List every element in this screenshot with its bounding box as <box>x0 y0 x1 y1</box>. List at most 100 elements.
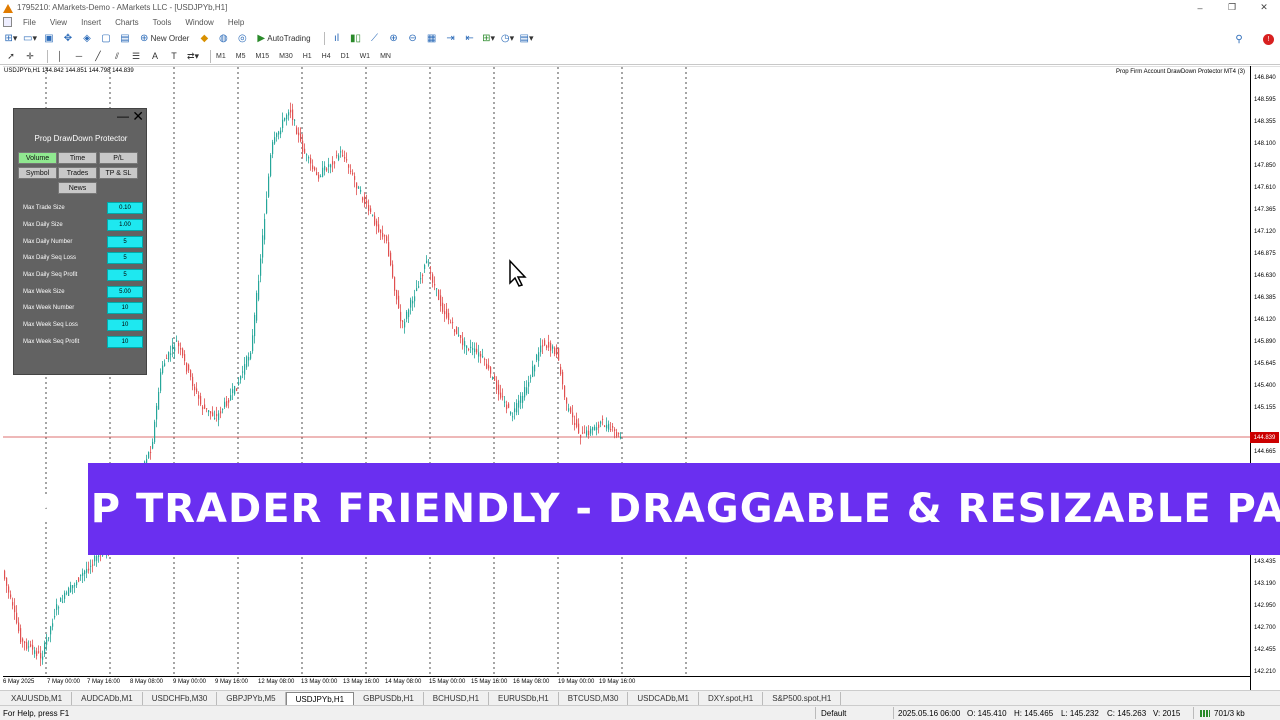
horizontal-line-icon[interactable]: ─ <box>72 49 86 63</box>
setting-value-field[interactable]: 0.10 <box>107 202 143 214</box>
price-chart[interactable] <box>3 66 1280 690</box>
navigator-icon[interactable]: ◈ <box>80 32 94 46</box>
metaeditor-icon[interactable]: ◆ <box>197 32 211 46</box>
candlestick-chart[interactable] <box>3 67 1250 677</box>
news-tab-button[interactable]: News <box>58 182 97 194</box>
arrows-tool-icon[interactable]: ⇄▾ <box>186 49 200 63</box>
terminal-icon[interactable]: ▢ <box>99 32 113 46</box>
setting-value-field[interactable]: 5 <box>107 252 143 264</box>
chart-tab[interactable]: EURUSDb,H1 <box>489 692 559 705</box>
data-window-icon[interactable]: ✥ <box>61 32 75 46</box>
profiles-icon[interactable]: ▭ ▾ <box>23 32 37 46</box>
minimize-panel-button[interactable]: — <box>117 109 129 123</box>
chart-tab[interactable]: BTCUSD,M30 <box>559 692 629 705</box>
candle-body <box>444 311 446 315</box>
chart-tab[interactable]: XAUUSDb,M1 <box>2 692 73 705</box>
menu-insert[interactable]: Insert <box>74 18 108 27</box>
restore-button[interactable]: ❐ <box>1216 0 1248 15</box>
chart-tab[interactable]: GBPUSDb,H1 <box>354 692 424 705</box>
autoscroll-icon[interactable]: ⇥ <box>444 32 458 46</box>
chart-tab[interactable]: AUDCADb,M1 <box>72 692 143 705</box>
setting-value-field[interactable]: 10 <box>107 319 143 331</box>
timeframe-d1[interactable]: D1 <box>341 53 350 60</box>
line-chart-icon[interactable]: ⟋ <box>368 32 382 46</box>
bar-chart-icon[interactable]: ıl <box>330 32 344 46</box>
chart-tab[interactable]: USDCADb,M1 <box>628 692 699 705</box>
label-tool-icon[interactable]: T <box>167 49 181 63</box>
pl-tab-button[interactable]: P/L <box>99 152 138 164</box>
search-icon[interactable]: ⚲ <box>1232 32 1246 46</box>
candle-body <box>382 232 384 237</box>
signals-icon[interactable]: ◍ <box>216 32 230 46</box>
chart-shift-icon[interactable]: ⇤ <box>463 32 477 46</box>
setting-value-field[interactable]: 10 <box>107 336 143 348</box>
chart-tab[interactable]: DXY.spot,H1 <box>699 692 764 705</box>
setting-value-field[interactable]: 1.00 <box>107 219 143 231</box>
timeframe-h4[interactable]: H4 <box>322 53 331 60</box>
candle-body <box>516 403 518 413</box>
time-tab-button[interactable]: Time <box>58 152 97 164</box>
candle-body <box>186 363 188 372</box>
price-axis[interactable]: 146.840 148.595 148.355 148.100 147.850 147.6… <box>1250 66 1280 690</box>
volume-tab-button[interactable]: Volume <box>18 152 57 164</box>
menu-view[interactable]: View <box>43 18 74 27</box>
vertical-line-icon[interactable]: │ <box>53 49 67 63</box>
close-panel-button[interactable]: ✕ <box>132 109 144 123</box>
fibonacci-icon[interactable]: ☰ <box>129 49 143 63</box>
timeframe-m15[interactable]: M15 <box>255 53 269 60</box>
crosshair-tool-icon[interactable]: ✛ <box>23 49 37 63</box>
chart-tab[interactable]: USDCHFb,M30 <box>143 692 218 705</box>
setting-value-field[interactable]: 10 <box>107 302 143 314</box>
setting-value-field[interactable]: 5 <box>107 236 143 248</box>
channel-icon[interactable]: ⫽ <box>110 49 124 63</box>
timeframe-w1[interactable]: W1 <box>360 53 371 60</box>
minimize-button[interactable]: – <box>1184 0 1216 15</box>
setting-value-field[interactable]: 5 <box>107 269 143 281</box>
templates-icon[interactable]: ▤ ▾ <box>520 32 534 46</box>
candle-body <box>484 358 486 360</box>
symbol-tab-button[interactable]: Symbol <box>18 167 57 179</box>
periods-icon[interactable]: ◷ ▾ <box>501 32 515 46</box>
time-axis[interactable]: 6 May 2025 7 May 00:00 7 May 16:00 8 May 08… <box>3 676 1250 689</box>
chart-tab[interactable]: USDJPYb,H1 <box>285 692 355 705</box>
autotrading-button[interactable]: ▶ AutoTrading <box>254 32 313 46</box>
chart-tab[interactable]: S&P500.spot,H1 <box>763 692 842 705</box>
vps-icon[interactable]: ◎ <box>235 32 249 46</box>
text-tool-icon[interactable]: A <box>148 49 162 63</box>
new-chart-icon[interactable]: ⊞ ▾ <box>4 32 18 46</box>
cursor-tool-icon[interactable]: ➚ <box>4 49 18 63</box>
menu-tools[interactable]: Tools <box>146 18 179 27</box>
notification-icon[interactable]: ! <box>1263 33 1274 45</box>
candle-body <box>28 646 30 648</box>
chart-tab[interactable]: BCHUSD,H1 <box>424 692 490 705</box>
menu-window[interactable]: Window <box>178 18 220 27</box>
timeframe-mn[interactable]: MN <box>380 53 391 60</box>
tpsl-tab-button[interactable]: TP & SL <box>99 167 138 179</box>
tile-windows-icon[interactable]: ▦ <box>425 32 439 46</box>
candle-body <box>464 341 466 347</box>
menu-file[interactable]: File <box>16 18 43 27</box>
timeframe-h1[interactable]: H1 <box>303 53 312 60</box>
menu-help[interactable]: Help <box>221 18 251 27</box>
trades-tab-button[interactable]: Trades <box>58 167 97 179</box>
timeframe-m5[interactable]: M5 <box>236 53 246 60</box>
candle-body <box>476 348 478 353</box>
indicators-icon[interactable]: ⊞ ▾ <box>482 32 496 46</box>
menu-charts[interactable]: Charts <box>108 18 146 27</box>
market-watch-icon[interactable]: ▣ <box>42 32 56 46</box>
timeframe-m30[interactable]: M30 <box>279 53 293 60</box>
chart-tab[interactable]: GBPJPYb,M5 <box>217 692 286 705</box>
tester-icon[interactable]: ▤ <box>118 32 132 46</box>
setting-value-field[interactable]: 5.00 <box>107 286 143 298</box>
trendline-icon[interactable]: ╱ <box>91 49 105 63</box>
candle-body <box>40 652 42 659</box>
zoom-out-icon[interactable]: ⊖ <box>406 32 420 46</box>
candle-body <box>62 601 64 603</box>
close-window-button[interactable]: ✕ <box>1248 0 1280 15</box>
drawdown-protector-panel[interactable]: — ✕ Prop DrawDown Protector Volume Time … <box>13 108 147 375</box>
candlestick-icon[interactable]: ▮▯ <box>349 32 363 46</box>
zoom-in-icon[interactable]: ⊕ <box>387 32 401 46</box>
timeframe-m1[interactable]: M1 <box>216 53 226 60</box>
new-order-button[interactable]: ⊕ New Order <box>137 32 192 46</box>
candle-body <box>286 114 288 120</box>
